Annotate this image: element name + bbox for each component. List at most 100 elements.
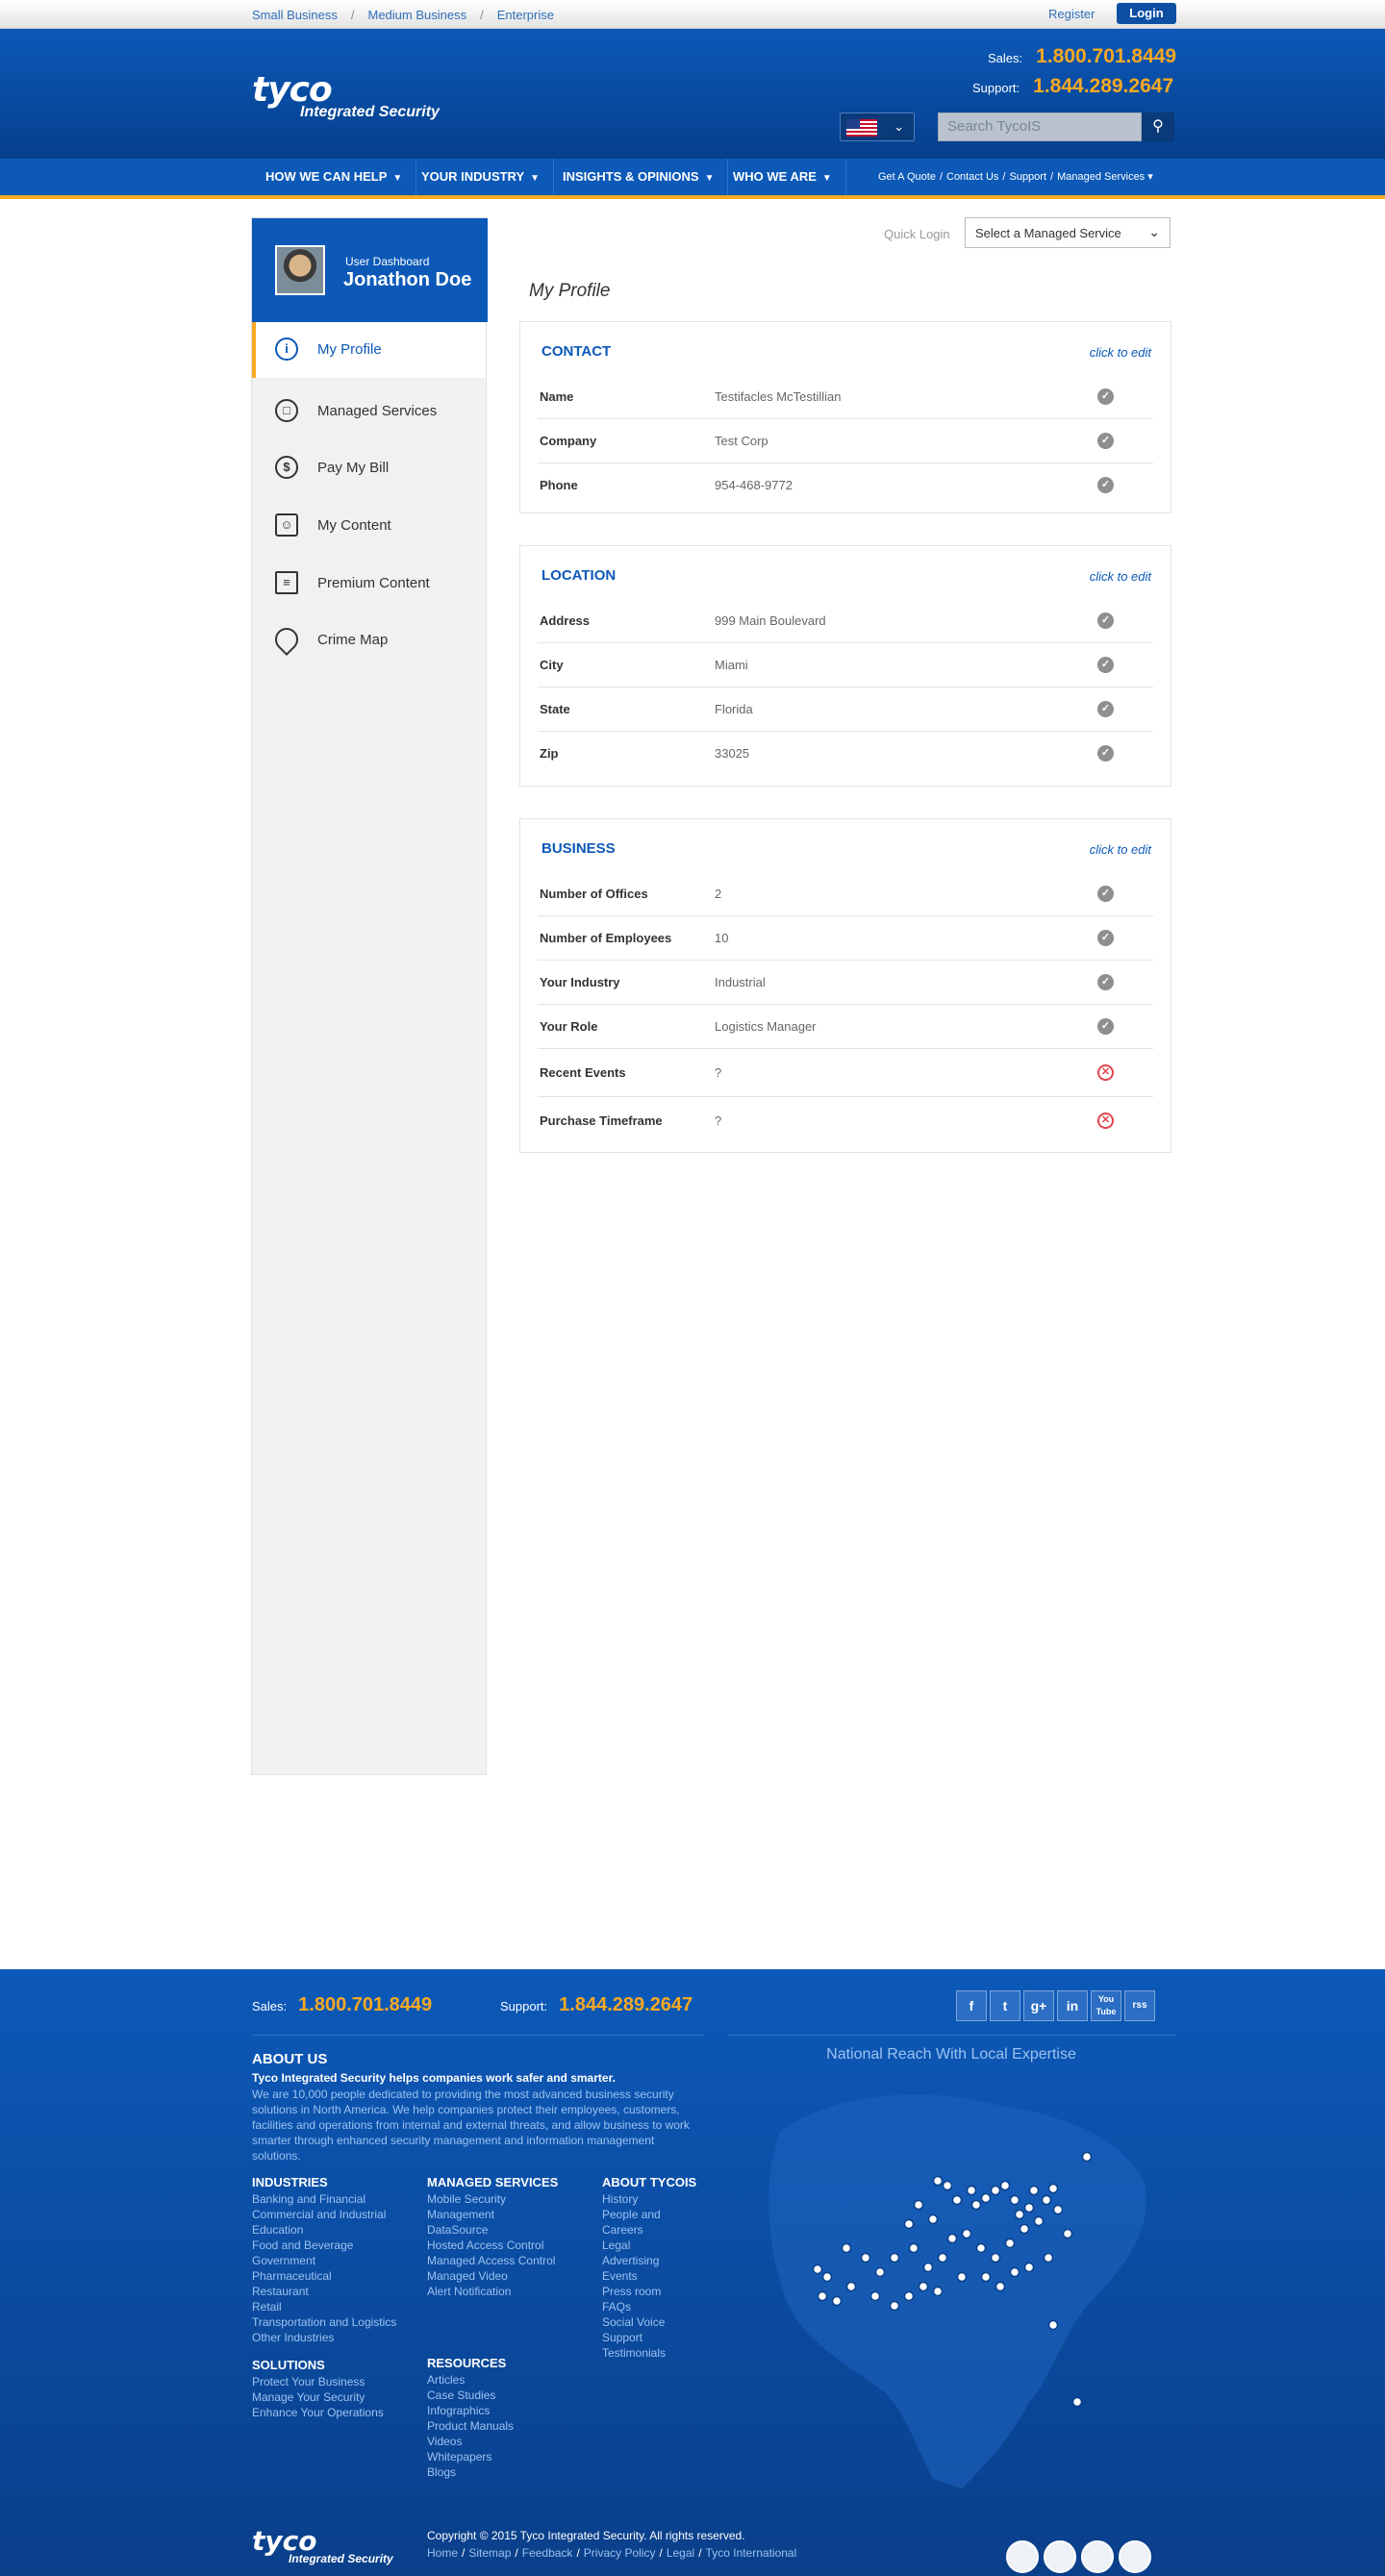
feedback-link[interactable]: Feedback [522, 2546, 573, 2560]
table-row[interactable]: State Florida ✓ [538, 688, 1153, 732]
youtube-icon[interactable]: You Tube [1091, 1990, 1121, 2021]
office-marker [970, 2199, 982, 2211]
footer-link[interactable]: Commercial and Industrial [252, 2207, 396, 2222]
footer-link[interactable]: Case Studies [427, 2388, 514, 2403]
sales-number[interactable]: 1.800.701.8449 [1036, 45, 1176, 67]
footer-link[interactable]: Product Manuals [427, 2418, 514, 2434]
footer-link[interactable]: Articles [427, 2372, 514, 2388]
footer-link[interactable]: Education [252, 2222, 396, 2238]
segment-enterprise-link[interactable]: Enterprise [497, 8, 554, 22]
footer-link[interactable]: Videos [427, 2434, 514, 2449]
footer-link[interactable]: Legal [602, 2238, 696, 2253]
contact-us-link[interactable]: Contact Us [946, 171, 998, 183]
about-title: ABOUT US [252, 2051, 328, 2067]
footer-link[interactable]: Food and Beverage [252, 2238, 396, 2253]
table-row[interactable]: Purchase Timeframe? ✕ [538, 1097, 1153, 1145]
footer-link[interactable]: Events [602, 2268, 696, 2284]
sitemap-link[interactable]: Sitemap [468, 2546, 511, 2560]
managed-service-select[interactable]: Select a Managed Service ⌄ [965, 217, 1171, 248]
edit-contact-link[interactable]: click to edit [1090, 345, 1151, 360]
footer-tyco-logo[interactable]: tyco Integrated Security [252, 2527, 393, 2566]
search-button[interactable]: ⚲ [1142, 113, 1174, 141]
footer-link[interactable]: FAQs [602, 2299, 696, 2314]
facebook-icon[interactable]: f [956, 1990, 987, 2021]
table-row[interactable]: Name Testifacles McTestillian ✓ [538, 375, 1153, 419]
footer-link[interactable]: Retail [252, 2299, 396, 2314]
login-button[interactable]: Login [1117, 3, 1176, 24]
footer-link[interactable]: Protect Your Business [252, 2374, 384, 2389]
table-row[interactable]: Number of Offices 2 ✓ [538, 872, 1153, 916]
table-row[interactable]: Your Industry Industrial ✓ [538, 961, 1153, 1005]
sidebar-item-pay-my-bill[interactable]: $ Pay My Bill [252, 440, 486, 496]
sidebar-item-my-profile[interactable]: i My Profile [252, 322, 486, 378]
tyco-logo[interactable]: tyco Integrated Security [252, 71, 440, 121]
footer-link[interactable]: Social Voice [602, 2314, 696, 2330]
linkedin-icon[interactable]: in [1057, 1990, 1088, 2021]
table-row[interactable]: Address 999 Main Boulevard ✓ [538, 599, 1153, 643]
footer-link[interactable]: Press room [602, 2284, 696, 2299]
rss-icon[interactable]: rss [1124, 1990, 1155, 2021]
search-input[interactable]: Search TycoIS [938, 113, 1142, 141]
table-row[interactable]: Recent Events? ✕ [538, 1049, 1153, 1097]
footer-link[interactable]: Banking and Financial [252, 2191, 396, 2207]
twitter-icon[interactable]: t [990, 1990, 1020, 2021]
privacy-policy-link[interactable]: Privacy Policy [584, 2546, 656, 2560]
table-row[interactable]: Number of Employees 10 ✓ [538, 916, 1153, 961]
segment-small-business-link[interactable]: Small Business [252, 8, 338, 22]
table-row[interactable]: Phone 954-468-9772 ✓ [538, 463, 1153, 508]
nav-your-industry[interactable]: YOUR INDUSTRY ▼ [408, 159, 555, 195]
managed-services-link[interactable]: Managed Services [1057, 171, 1145, 183]
footer-link[interactable]: Alert Notification [427, 2284, 558, 2299]
footer-link[interactable]: Testimonials [602, 2345, 696, 2361]
footer-link[interactable]: Careers [602, 2222, 696, 2238]
segment-medium-business-link[interactable]: Medium Business [368, 8, 467, 22]
footer-link[interactable]: History [602, 2191, 696, 2207]
table-row[interactable]: Your Role Logistics Manager ✓ [538, 1005, 1153, 1049]
footer-link[interactable]: DataSource [427, 2222, 558, 2238]
table-row[interactable]: City Miami ✓ [538, 643, 1153, 688]
footer-link[interactable]: Advertising [602, 2253, 696, 2268]
footer-link[interactable]: Enhance Your Operations [252, 2405, 384, 2420]
get-a-quote-link[interactable]: Get A Quote [878, 171, 936, 183]
table-row[interactable]: Company Test Corp ✓ [538, 419, 1153, 463]
sidebar-item-premium-content[interactable]: ≡ Premium Content [252, 556, 486, 612]
footer-link[interactable]: People and [602, 2207, 696, 2222]
home-link[interactable]: Home [427, 2546, 458, 2560]
footer-link[interactable]: Blogs [427, 2464, 514, 2480]
support-number[interactable]: 1.844.289.2647 [1033, 75, 1173, 97]
sales-number[interactable]: 1.800.701.8449 [298, 1994, 432, 2015]
sidebar-item-crime-map[interactable]: Crime Map [252, 613, 486, 668]
footer-link[interactable]: Restaurant [252, 2284, 396, 2299]
footer-link[interactable]: Other Industries [252, 2330, 396, 2345]
footer-link[interactable]: Mobile Security [427, 2191, 558, 2207]
nav-how-we-can-help[interactable]: HOW WE CAN HELP ▼ [252, 159, 417, 195]
footer-link[interactable]: Manage Your Security [252, 2389, 384, 2405]
sidebar-item-managed-services[interactable]: □ Managed Services [252, 384, 486, 439]
google-plus-icon[interactable]: g+ [1023, 1990, 1054, 2021]
edit-business-link[interactable]: click to edit [1090, 842, 1151, 857]
support-link[interactable]: Support [1009, 171, 1046, 183]
support-number[interactable]: 1.844.289.2647 [559, 1994, 692, 2015]
footer-link[interactable]: Hosted Access Control [427, 2238, 558, 2253]
nav-insights-opinions[interactable]: INSIGHTS & OPINIONS ▼ [549, 159, 729, 195]
table-row[interactable]: Zip 33025 ✓ [538, 732, 1153, 776]
footer-link[interactable]: Transportation and Logistics [252, 2314, 396, 2330]
edit-location-link[interactable]: click to edit [1090, 569, 1151, 584]
sales-phone: Sales: 1.800.701.8449 [988, 45, 1176, 68]
footer-link[interactable]: Support [602, 2330, 696, 2345]
footer-link[interactable]: Whitepapers [427, 2449, 514, 2464]
check-icon: ✓ [1097, 388, 1114, 405]
nav-who-we-are[interactable]: WHO WE ARE ▼ [719, 159, 846, 195]
footer-link[interactable]: Infographics [427, 2403, 514, 2418]
footer-link[interactable]: Management [427, 2207, 558, 2222]
tyco-international-link[interactable]: Tyco International [706, 2546, 797, 2560]
footer-link[interactable]: Managed Video [427, 2268, 558, 2284]
footer-link[interactable]: Pharmaceutical [252, 2268, 396, 2284]
sidebar-item-my-content[interactable]: ☺ My Content [252, 498, 486, 554]
footer-link[interactable]: Managed Access Control [427, 2253, 558, 2268]
csaa-badge-icon [1044, 2540, 1076, 2573]
country-selector[interactable]: ⌄ [840, 113, 915, 141]
footer-link[interactable]: Government [252, 2253, 396, 2268]
legal-link[interactable]: Legal [667, 2546, 694, 2560]
register-link[interactable]: Register [1048, 6, 1095, 23]
